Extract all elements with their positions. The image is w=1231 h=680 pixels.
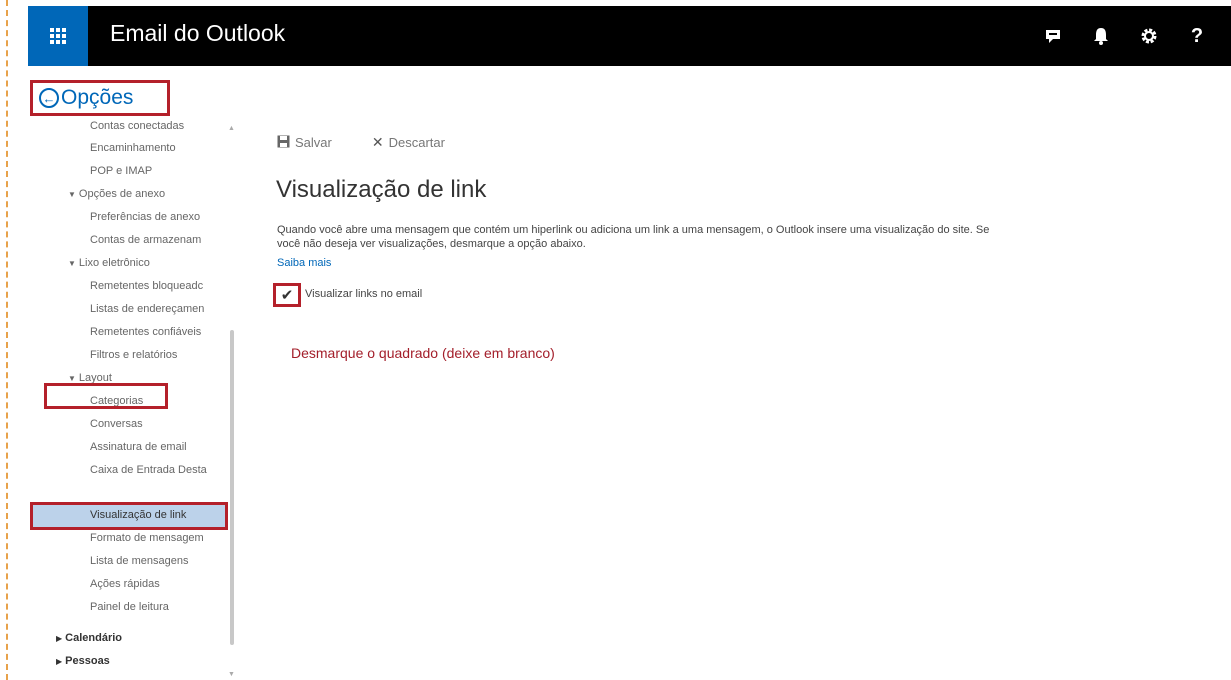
discard-button[interactable]: ✕ Descartar (372, 134, 445, 151)
scroll-up-icon[interactable]: ▲ (228, 125, 235, 132)
bell-icon[interactable] (1081, 16, 1121, 56)
scroll-thumb[interactable] (230, 330, 234, 645)
app-launcher-button[interactable] (28, 6, 88, 66)
options-back-button[interactable]: ← Opções (30, 80, 170, 116)
app-header: Email do Outlook ? (28, 6, 1231, 66)
nav-item-painel-leitura[interactable]: Painel de leitura (90, 597, 169, 617)
nav-item-acoes-rapidas[interactable]: Ações rápidas (90, 574, 160, 594)
nav-scrollbar[interactable]: ▲ ▼ (228, 125, 236, 678)
nav-item-pessoas[interactable]: ▶ Pessoas (56, 651, 110, 671)
save-label: Salvar (295, 135, 332, 150)
nav-item-label: Calendário (65, 632, 123, 644)
back-arrow-icon: ← (39, 88, 59, 108)
collapse-triangle-icon: ▶ (56, 657, 63, 666)
nav-item-lista-mensagens[interactable]: Lista de mensagens (90, 551, 188, 571)
app-title: Email do Outlook (110, 20, 286, 46)
learn-more-link[interactable]: Saiba mais (277, 257, 331, 269)
help-icon[interactable]: ? (1177, 16, 1217, 56)
chat-icon[interactable] (1033, 16, 1073, 56)
page-title: Visualização de link (276, 176, 487, 203)
scroll-down-icon[interactable]: ▼ (228, 671, 235, 678)
nav-item-calendario[interactable]: ▶ Calendário (56, 628, 122, 648)
checkmark-icon: ✔ (280, 287, 294, 304)
instruction-annotation: Desmarque o quadrado (deixe em branco) (291, 345, 555, 361)
link-preview-description: Quando você abre uma mensagem que contém… (277, 224, 990, 250)
gear-icon[interactable] (1129, 16, 1169, 56)
content-toolbar: Salvar ✕ Descartar (277, 134, 485, 151)
link-preview-highlight-box (30, 502, 228, 530)
close-icon: ✕ (371, 134, 384, 150)
header-actions: ? (1025, 6, 1217, 66)
layout-highlight-box (44, 383, 168, 409)
discard-label: Descartar (388, 135, 445, 150)
save-icon (277, 135, 290, 151)
options-title: Opções (61, 86, 134, 109)
link-preview-checkbox[interactable]: ✔ (273, 283, 301, 307)
nav-item-formato-mensagem[interactable]: Formato de mensagem (90, 528, 204, 548)
save-button[interactable]: Salvar (277, 135, 332, 151)
page-border (6, 0, 8, 680)
collapse-triangle-icon: ▶ (56, 634, 63, 643)
waffle-icon (50, 28, 66, 44)
link-preview-checkbox-label[interactable]: Visualizar links no email (305, 288, 422, 300)
nav-item-label: Pessoas (65, 655, 110, 667)
